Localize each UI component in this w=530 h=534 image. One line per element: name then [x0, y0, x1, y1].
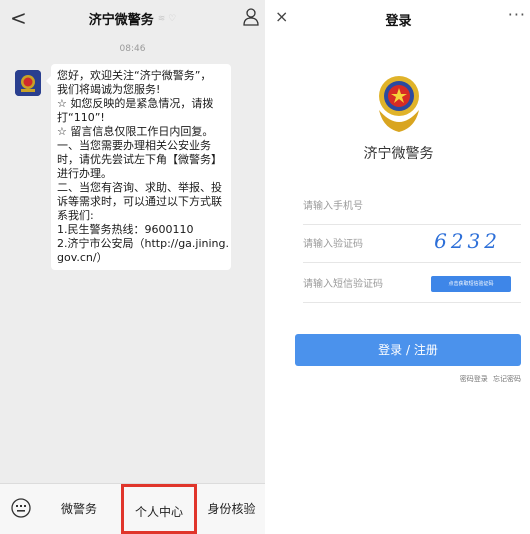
login-register-button[interactable]: 登录 / 注册	[295, 334, 521, 366]
login-pane: × 登录 ··· 济宁微警务 请输入手机号 请输入验证码 6232 请输入短信验…	[267, 0, 530, 534]
message-line: 我们将竭诚为您服务!	[57, 83, 161, 96]
message-line: 诉等需求时，可以通过以下方式联	[57, 195, 222, 208]
more-icon[interactable]: ···	[508, 5, 526, 24]
message-line: 进行办理。	[57, 167, 112, 180]
chat-pane: < 济宁微警务 ≋ ♡ 08:46 您好，欢迎关注“济宁微警务”， 我们将竭诚为…	[0, 0, 265, 534]
sms-code-field[interactable]: 请输入短信验证码 点击获取短信验证码	[303, 262, 521, 303]
forgot-password-link[interactable]: 忘记密码	[493, 375, 521, 383]
message-line: 二、当您有咨询、求助、举报、投	[57, 181, 222, 194]
message-line: 时，请优先尝试左下角【微警务】	[57, 153, 222, 166]
message-line: 打“110”!	[57, 111, 105, 124]
menu-identity-verify[interactable]: 身份核验	[198, 484, 265, 534]
phone-field[interactable]: 请输入手机号	[303, 184, 521, 225]
keyboard-icon[interactable]	[11, 498, 31, 518]
police-badge-logo	[379, 76, 419, 132]
captcha-image[interactable]: 6232	[434, 229, 501, 253]
message-line: ☆ 留言信息仅限工作日内回复。	[57, 125, 214, 138]
chat-title-text: 济宁微警务	[88, 13, 154, 28]
message-line: 您好，欢迎关注“济宁微警务”，	[57, 69, 212, 82]
message-line: gov.cn/）	[57, 251, 108, 264]
message-timestamp: 08:46	[119, 44, 146, 54]
message-line: 系我们:	[57, 209, 94, 222]
phone-placeholder: 请输入手机号	[303, 201, 363, 212]
chat-title-suffix: ≋ ♡	[157, 13, 177, 24]
message-line: 2.济宁市公安局（http://ga.jining.	[57, 237, 230, 250]
login-header: × 登录 ···	[267, 0, 530, 36]
login-links: 密码登录 忘记密码	[457, 374, 521, 384]
menu-weijingwu[interactable]: 微警务	[44, 484, 114, 534]
police-avatar-icon[interactable]	[15, 70, 41, 96]
get-sms-code-button[interactable]: 点击获取短信验证码	[431, 276, 511, 292]
person-icon[interactable]	[243, 8, 259, 26]
password-login-link[interactable]: 密码登录	[460, 375, 488, 383]
captcha-placeholder: 请输入验证码	[303, 239, 363, 250]
chat-title: 济宁微警务 ≋ ♡	[0, 9, 265, 28]
message-line: 1.民生警务热线：9600110	[57, 223, 194, 236]
menu-personal-center[interactable]: 个人中心	[121, 484, 197, 534]
chat-header: < 济宁微警务 ≋ ♡	[0, 0, 265, 36]
sms-placeholder: 请输入短信验证码	[303, 279, 383, 290]
welcome-message-bubble: 您好，欢迎关注“济宁微警务”， 我们将竭诚为您服务! ☆ 如您反映的是紧急情况，…	[46, 64, 231, 270]
bottom-menu: 微警务 个人中心 身份核验	[0, 483, 265, 534]
login-title: 登录	[385, 14, 412, 29]
message-line: 一、当您需要办理相关公安业务	[57, 139, 211, 152]
captcha-field[interactable]: 请输入验证码 6232	[303, 222, 521, 263]
app-name: 济宁微警务	[363, 146, 434, 162]
message-line: ☆ 如您反映的是紧急情况，请拨	[57, 97, 214, 110]
